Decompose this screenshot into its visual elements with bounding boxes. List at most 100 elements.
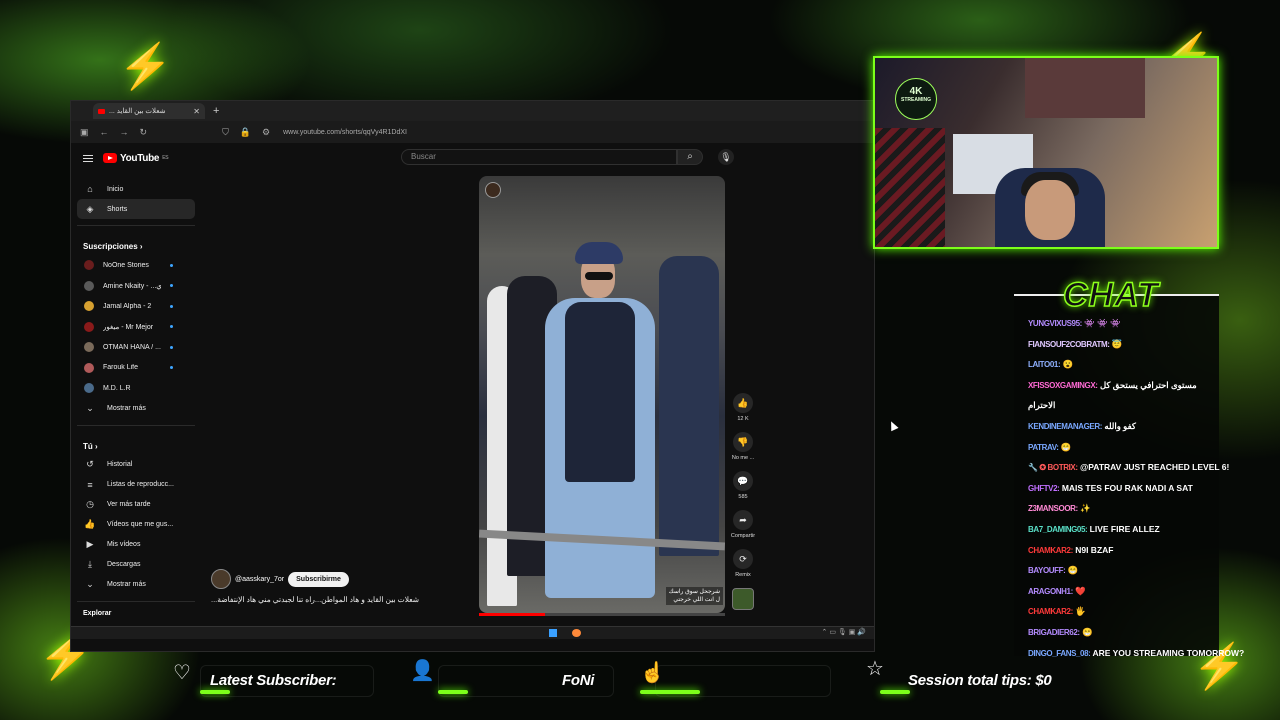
comments-action[interactable]: 💬 585	[729, 471, 757, 500]
short-video-player[interactable]: شرجحل سوق راسك ل انت اللي خرجتي	[479, 176, 725, 613]
share-icon[interactable]: ➦	[733, 510, 753, 530]
subscription-channel[interactable]: NoOne Stories	[77, 255, 195, 276]
channel-name: M.D. L.R	[103, 384, 131, 392]
chat-text: 😁	[1060, 441, 1072, 452]
sidebar-item-shorts[interactable]: ◈ Shorts	[77, 199, 195, 219]
url-field[interactable]: www.youtube.com/shorts/qqVy4R1DdXI	[283, 129, 407, 136]
channel-name: Farouk Life	[103, 364, 139, 372]
sidebar-item-you[interactable]: ↺ Historial	[77, 455, 195, 475]
chat-message: BAYOUFF: 😁	[1028, 565, 1078, 576]
channel-avatar	[84, 342, 94, 353]
back-icon[interactable]: ←	[100, 127, 109, 137]
channel-avatar	[84, 280, 94, 291]
chat-message: PATRAV: 😁	[1028, 442, 1072, 453]
live-indicator-icon	[170, 263, 173, 267]
subscriptions-header[interactable]: Suscripciones ›	[77, 232, 195, 255]
live-indicator-icon	[170, 304, 173, 308]
sidebar-item-you[interactable]: 👍 Vídeos que me gus...	[77, 515, 195, 535]
video-main-figure	[539, 236, 659, 606]
audio-source-avatar[interactable]	[732, 588, 754, 610]
browser-taskbar-icon[interactable]	[572, 629, 581, 637]
video-channel-avatar	[485, 182, 501, 198]
search-input[interactable]: Buscar	[401, 149, 677, 165]
shorts-icon: ◈	[86, 203, 94, 214]
youtube-page: YouTube ES Buscar ⌕ 🎙 ⌂ Inicio ◈ Shorts …	[71, 143, 874, 639]
sidebar-toggle-icon[interactable]: ▣	[80, 127, 89, 138]
youtube-favicon-icon	[98, 108, 105, 114]
menu-icon[interactable]	[83, 154, 93, 162]
remix-icon[interactable]: ⟳	[733, 549, 753, 569]
channel-avatar[interactable]	[211, 569, 231, 589]
channel-name: Amine Nkaity - ...ي	[103, 282, 161, 290]
sidebar-item-you[interactable]: ⤓ Descargas	[77, 555, 195, 575]
channel-handle[interactable]: @aasskary_7or	[235, 576, 284, 583]
chat-username: CHAMKAR2:	[1028, 545, 1073, 555]
sidebar-icon: ▶	[86, 539, 94, 549]
sidebar-item-label: Inicio	[107, 185, 124, 193]
subscription-channel[interactable]: Amine Nkaity - ...ي	[77, 276, 195, 297]
sidebar-item-you[interactable]: ◷ Ver más tarde	[77, 495, 195, 515]
youtube-logo-text: YouTube	[120, 152, 160, 164]
chat-message: XFISSOXGAMINGX: مستوى احترافي يستحق كل	[1028, 380, 1197, 391]
share-action[interactable]: ➦ Compartir	[729, 510, 757, 539]
you-list: ↺ Historial ≡ Listas de reproducc... ◷ Ver…	[77, 455, 195, 595]
microphone-icon[interactable]: 🎙	[718, 149, 734, 165]
like-action[interactable]: 👍 12 K	[729, 393, 757, 422]
dislike-icon[interactable]: 👎	[733, 432, 753, 452]
chat-text: N9I BZAF	[1075, 544, 1114, 555]
lightning-decoration-icon: ⚡	[118, 42, 173, 91]
dislike-action[interactable]: 👎 No me ...	[729, 432, 757, 461]
comments-count: 585	[738, 494, 748, 500]
chat-title: CHAT	[1062, 275, 1159, 315]
pointer-icon: ☝	[640, 662, 665, 684]
close-tab-icon[interactable]: ✕	[193, 107, 200, 116]
browser-tab[interactable]: شعلات بين القايد ... ✕	[93, 103, 205, 119]
chat-message: GHFTV2: MAIS TES FOU RAK NADI A SAT	[1028, 483, 1193, 493]
short-title[interactable]: شعلات بين القايد و هاد المواطن...راه تنا…	[211, 595, 451, 604]
new-tab-button[interactable]: +	[213, 105, 219, 117]
lock-icon[interactable]: 🔒	[240, 127, 251, 138]
site-settings-icon[interactable]: ⚙	[262, 127, 270, 138]
subscription-channel[interactable]: M.D. L.R	[77, 378, 195, 399]
comments-icon[interactable]: 💬	[733, 471, 753, 491]
reload-icon[interactable]: ↻	[140, 127, 148, 138]
show-more-subscriptions[interactable]: ⌄ Mostrar más	[77, 399, 195, 419]
sidebar-item-you[interactable]: ≡ Listas de reproducc...	[77, 475, 195, 495]
sidebar-item-you[interactable]: ▶ Mis vídeos	[77, 535, 195, 555]
chat-text: مستوى احترافي يستحق كل	[1099, 379, 1197, 390]
search-icon[interactable]: ⌕	[677, 149, 703, 165]
short-metadata: @aasskary_7or Subscribirme شعلات بين الق…	[211, 569, 451, 604]
you-header[interactable]: Tú ›	[77, 432, 195, 455]
shield-icon[interactable]: ⛉	[222, 127, 229, 138]
remix-action[interactable]: ⟳ Remix	[729, 549, 757, 578]
chat-text: كفو والله	[1104, 421, 1136, 431]
youtube-logo[interactable]: YouTube ES	[103, 152, 169, 164]
chat-text: 👾 👾 👾	[1084, 318, 1121, 328]
subscription-channel[interactable]: Jamal Alpha - 2	[77, 296, 195, 317]
sidebar-icon: ⤓	[88, 559, 92, 569]
sidebar-item-you[interactable]: ⌄ Mostrar más	[77, 575, 195, 595]
forward-icon[interactable]: →	[120, 127, 129, 137]
sidebar-item-inicio[interactable]: ⌂ Inicio	[77, 179, 195, 199]
sidebar-icon: ↺	[86, 459, 94, 469]
chevron-down-icon: ⌄	[86, 403, 94, 413]
subscription-channel[interactable]: OTMAN HANA / ...	[77, 337, 195, 358]
system-tray-icon[interactable]: ⌃ ▭ 🎙 ▣ 🔊	[822, 628, 866, 636]
channel-name: NoOne Stories	[103, 261, 149, 269]
chat-panel: YUNGVIXUS95: 👾 👾 👾 FIANSOUF2COBRATM: 😇 LAI…	[1014, 294, 1244, 658]
channel-name: Jamal Alpha - 2	[103, 302, 152, 310]
subscription-channel[interactable]: Farouk Life	[77, 358, 195, 379]
chat-username: FIANSOUF2COBRATM:	[1028, 339, 1110, 349]
windows-start-icon[interactable]	[549, 629, 557, 637]
remix-count: Remix	[735, 572, 751, 578]
channel-avatar	[84, 362, 94, 373]
subscribe-button[interactable]: Subscribirme	[288, 571, 349, 587]
webcam-feed: 4K STREAMING	[873, 56, 1219, 249]
sidebar-item-label: Ver más tarde	[107, 501, 151, 508]
chat-message: BRIGADIER62: 😁	[1028, 627, 1093, 638]
like-icon[interactable]: 👍	[733, 393, 753, 413]
subscription-channel[interactable]: ميغور - Mr Mejor	[77, 317, 195, 338]
sidebar-item-label: Listas de reproducc...	[107, 481, 174, 488]
sidebar-item-label: Mostrar más	[107, 405, 146, 412]
video-progress-bar[interactable]	[479, 613, 725, 616]
